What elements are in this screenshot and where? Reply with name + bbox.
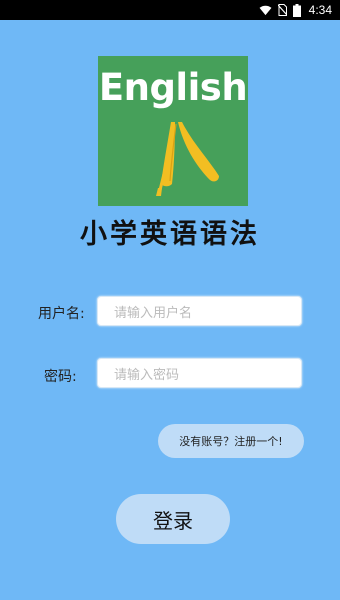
no-sim-icon [277,4,287,16]
logo-pen-icon [156,122,219,196]
status-time: 4:34 [308,3,332,17]
username-label: 用户名: [38,306,85,322]
login-button[interactable]: 登录 [116,494,230,544]
wifi-icon [259,5,272,16]
app-logo: English [98,56,248,206]
password-input[interactable]: 请输入密码 [97,358,302,388]
app-title: 小学英语语法 [80,219,260,250]
register-button[interactable]: 没有账号？注册一个! [158,424,304,458]
username-input[interactable]: 请输入用户名 [97,296,302,326]
status-bar: 4:34 [0,0,340,20]
password-label: 密码: [44,369,77,385]
battery-icon [292,3,301,17]
